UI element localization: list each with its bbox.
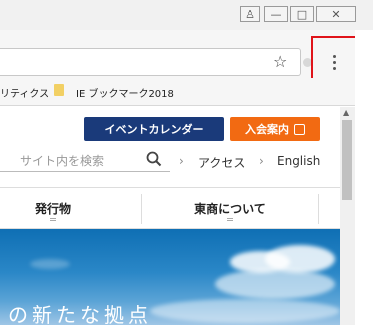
close-icon: ✕ [331, 7, 341, 21]
maximize-icon: □ [296, 7, 308, 21]
nav-link-english[interactable]: English [277, 154, 320, 168]
category-tabs: 発行物 東商について [0, 187, 340, 229]
chevron-right-icon: › [259, 154, 264, 168]
hero-image: の新たな拠点 [0, 229, 340, 325]
site-search-input[interactable]: サイト内を検索 [0, 150, 170, 172]
external-link-icon [294, 123, 305, 135]
close-button[interactable]: ✕ [316, 6, 356, 22]
tab-divider [318, 194, 319, 224]
search-placeholder: サイト内を検索 [20, 154, 105, 168]
scrollbar-thumb[interactable] [342, 120, 352, 200]
hero-caption: の新たな拠点 [8, 303, 152, 325]
membership-label: 入会案内 [245, 123, 289, 136]
bookmark-item[interactable]: リティクス [0, 85, 49, 100]
folder-icon [54, 84, 64, 96]
user-glyph: ♙ [245, 7, 255, 21]
tab-publications[interactable]: 発行物 [0, 188, 141, 228]
tab-publications-marker [50, 218, 56, 221]
tab-publications-label: 発行物 [34, 202, 71, 216]
nav-link-access[interactable]: アクセス [198, 154, 245, 171]
chevron-right-icon: › [179, 154, 184, 168]
web-page: イベントカレンダー 入会案内 サイト内を検索 › アクセス › English … [0, 107, 340, 325]
user-icon[interactable]: ♙ [240, 6, 260, 22]
window-edge [355, 30, 373, 325]
event-calendar-label: イベントカレンダー [104, 123, 204, 136]
scroll-up-icon[interactable]: ▲ [343, 108, 349, 117]
minimize-icon: — [270, 7, 282, 21]
minimize-button[interactable]: — [264, 6, 288, 22]
bookmark-folder[interactable]: IE ブックマーク2018 [76, 85, 174, 100]
search-icon[interactable] [146, 151, 162, 170]
maximize-button[interactable]: □ [290, 6, 314, 22]
bookmarks-bar: リティクス IE ブックマーク2018 [0, 78, 373, 106]
tab-about[interactable]: 東商について [142, 188, 318, 228]
bookmark-star-icon[interactable]: ☆ [273, 52, 287, 71]
tab-about-marker [227, 218, 233, 221]
event-calendar-button[interactable]: イベントカレンダー [84, 117, 224, 141]
tab-about-label: 東商について [194, 202, 266, 216]
membership-button[interactable]: 入会案内 [230, 117, 320, 141]
address-bar[interactable] [0, 48, 301, 76]
